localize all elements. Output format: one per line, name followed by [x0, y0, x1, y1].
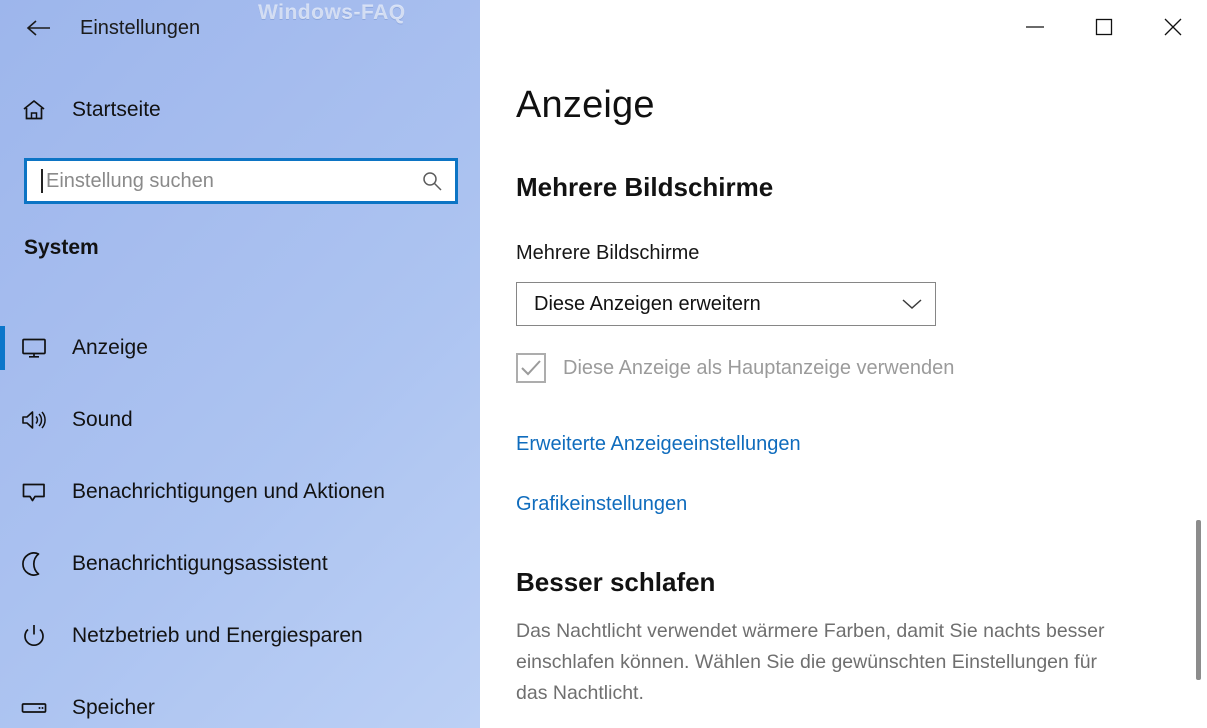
text-caret: [41, 169, 43, 193]
page-title: Anzeige: [516, 84, 655, 126]
sidebar-item-label: Speicher: [72, 696, 155, 719]
sidebar-item-benachrichtigungen[interactable]: Benachrichtigungen und Aktionen: [0, 456, 480, 528]
sidebar-item-home[interactable]: Startseite: [0, 86, 480, 134]
moon-icon: [6, 551, 62, 577]
sidebar-item-anzeige[interactable]: Anzeige: [0, 312, 480, 384]
main-content: Anzeige Mehrere Bildschirme Mehrere Bild…: [480, 0, 1207, 728]
chat-bubble-icon: [6, 480, 62, 504]
settings-window: Windows-FAQ Einstellungen Startseite Ein…: [0, 0, 1207, 728]
sidebar-item-benachrichtigungsassistent[interactable]: Benachrichtigungsassistent: [0, 528, 480, 600]
maximize-button[interactable]: [1069, 0, 1138, 54]
selection-indicator: [0, 326, 5, 370]
link-grafikeinstellungen[interactable]: Grafikeinstellungen: [516, 493, 687, 516]
sidebar-group-label: System: [24, 236, 99, 259]
window-controls: [1000, 0, 1207, 54]
sidebar: Windows-FAQ Einstellungen Startseite Ein…: [0, 0, 480, 728]
sidebar-item-label: Netzbetrieb und Energiesparen: [72, 624, 363, 647]
sidebar-item-label: Anzeige: [72, 336, 148, 359]
main-display-checkbox-label: Diese Anzeige als Hauptanzeige verwenden: [563, 356, 955, 379]
main-display-checkbox[interactable]: [516, 353, 546, 383]
monitor-icon: [6, 336, 62, 360]
speaker-icon: [6, 408, 62, 432]
scrollbar-track[interactable]: [1190, 54, 1207, 728]
sidebar-item-label: Benachrichtigungen und Aktionen: [72, 480, 385, 503]
sidebar-item-netzbetrieb[interactable]: Netzbetrieb und Energiesparen: [0, 600, 480, 672]
link-erweiterte-anzeigeeinstellungen[interactable]: Erweiterte Anzeigeeinstellungen: [516, 433, 801, 456]
dropdown-selected-value: Diese Anzeigen erweitern: [534, 292, 761, 315]
section-body-night-light: Das Nachtlicht verwendet wärmere Farben,…: [516, 620, 1105, 704]
sidebar-item-label: Benachrichtigungsassistent: [72, 552, 328, 575]
main-display-checkbox-row[interactable]: Diese Anzeige als Hauptanzeige verwenden: [516, 353, 954, 383]
multi-display-dropdown[interactable]: Diese Anzeigen erweitern: [516, 282, 936, 326]
sidebar-item-home-label: Startseite: [72, 98, 161, 121]
minimize-button[interactable]: [1000, 0, 1069, 54]
search-field[interactable]: [24, 158, 458, 204]
sidebar-nav-list: Anzeige Sound Benachrichtigungen und Akt…: [0, 312, 480, 728]
scrollbar-thumb[interactable]: [1196, 520, 1201, 680]
home-icon: [6, 98, 62, 122]
power-icon: [6, 623, 62, 649]
sidebar-item-label: Sound: [72, 408, 133, 431]
dropdown-label: Mehrere Bildschirme: [516, 242, 700, 264]
sidebar-item-sound[interactable]: Sound: [0, 384, 480, 456]
back-arrow-icon[interactable]: [14, 8, 62, 48]
search-icon[interactable]: [409, 170, 455, 192]
search-input[interactable]: [46, 169, 409, 193]
sidebar-item-speicher[interactable]: Speicher: [0, 672, 480, 728]
section-heading-night-light: Besser schlafen: [516, 567, 716, 597]
section-heading-multi-display: Mehrere Bildschirme: [516, 172, 774, 202]
window-titlebar-left: Einstellungen: [0, 0, 480, 56]
chevron-down-icon: [889, 297, 935, 311]
window-title: Einstellungen: [80, 16, 201, 39]
close-button[interactable]: [1138, 0, 1207, 54]
storage-drive-icon: [6, 698, 62, 718]
